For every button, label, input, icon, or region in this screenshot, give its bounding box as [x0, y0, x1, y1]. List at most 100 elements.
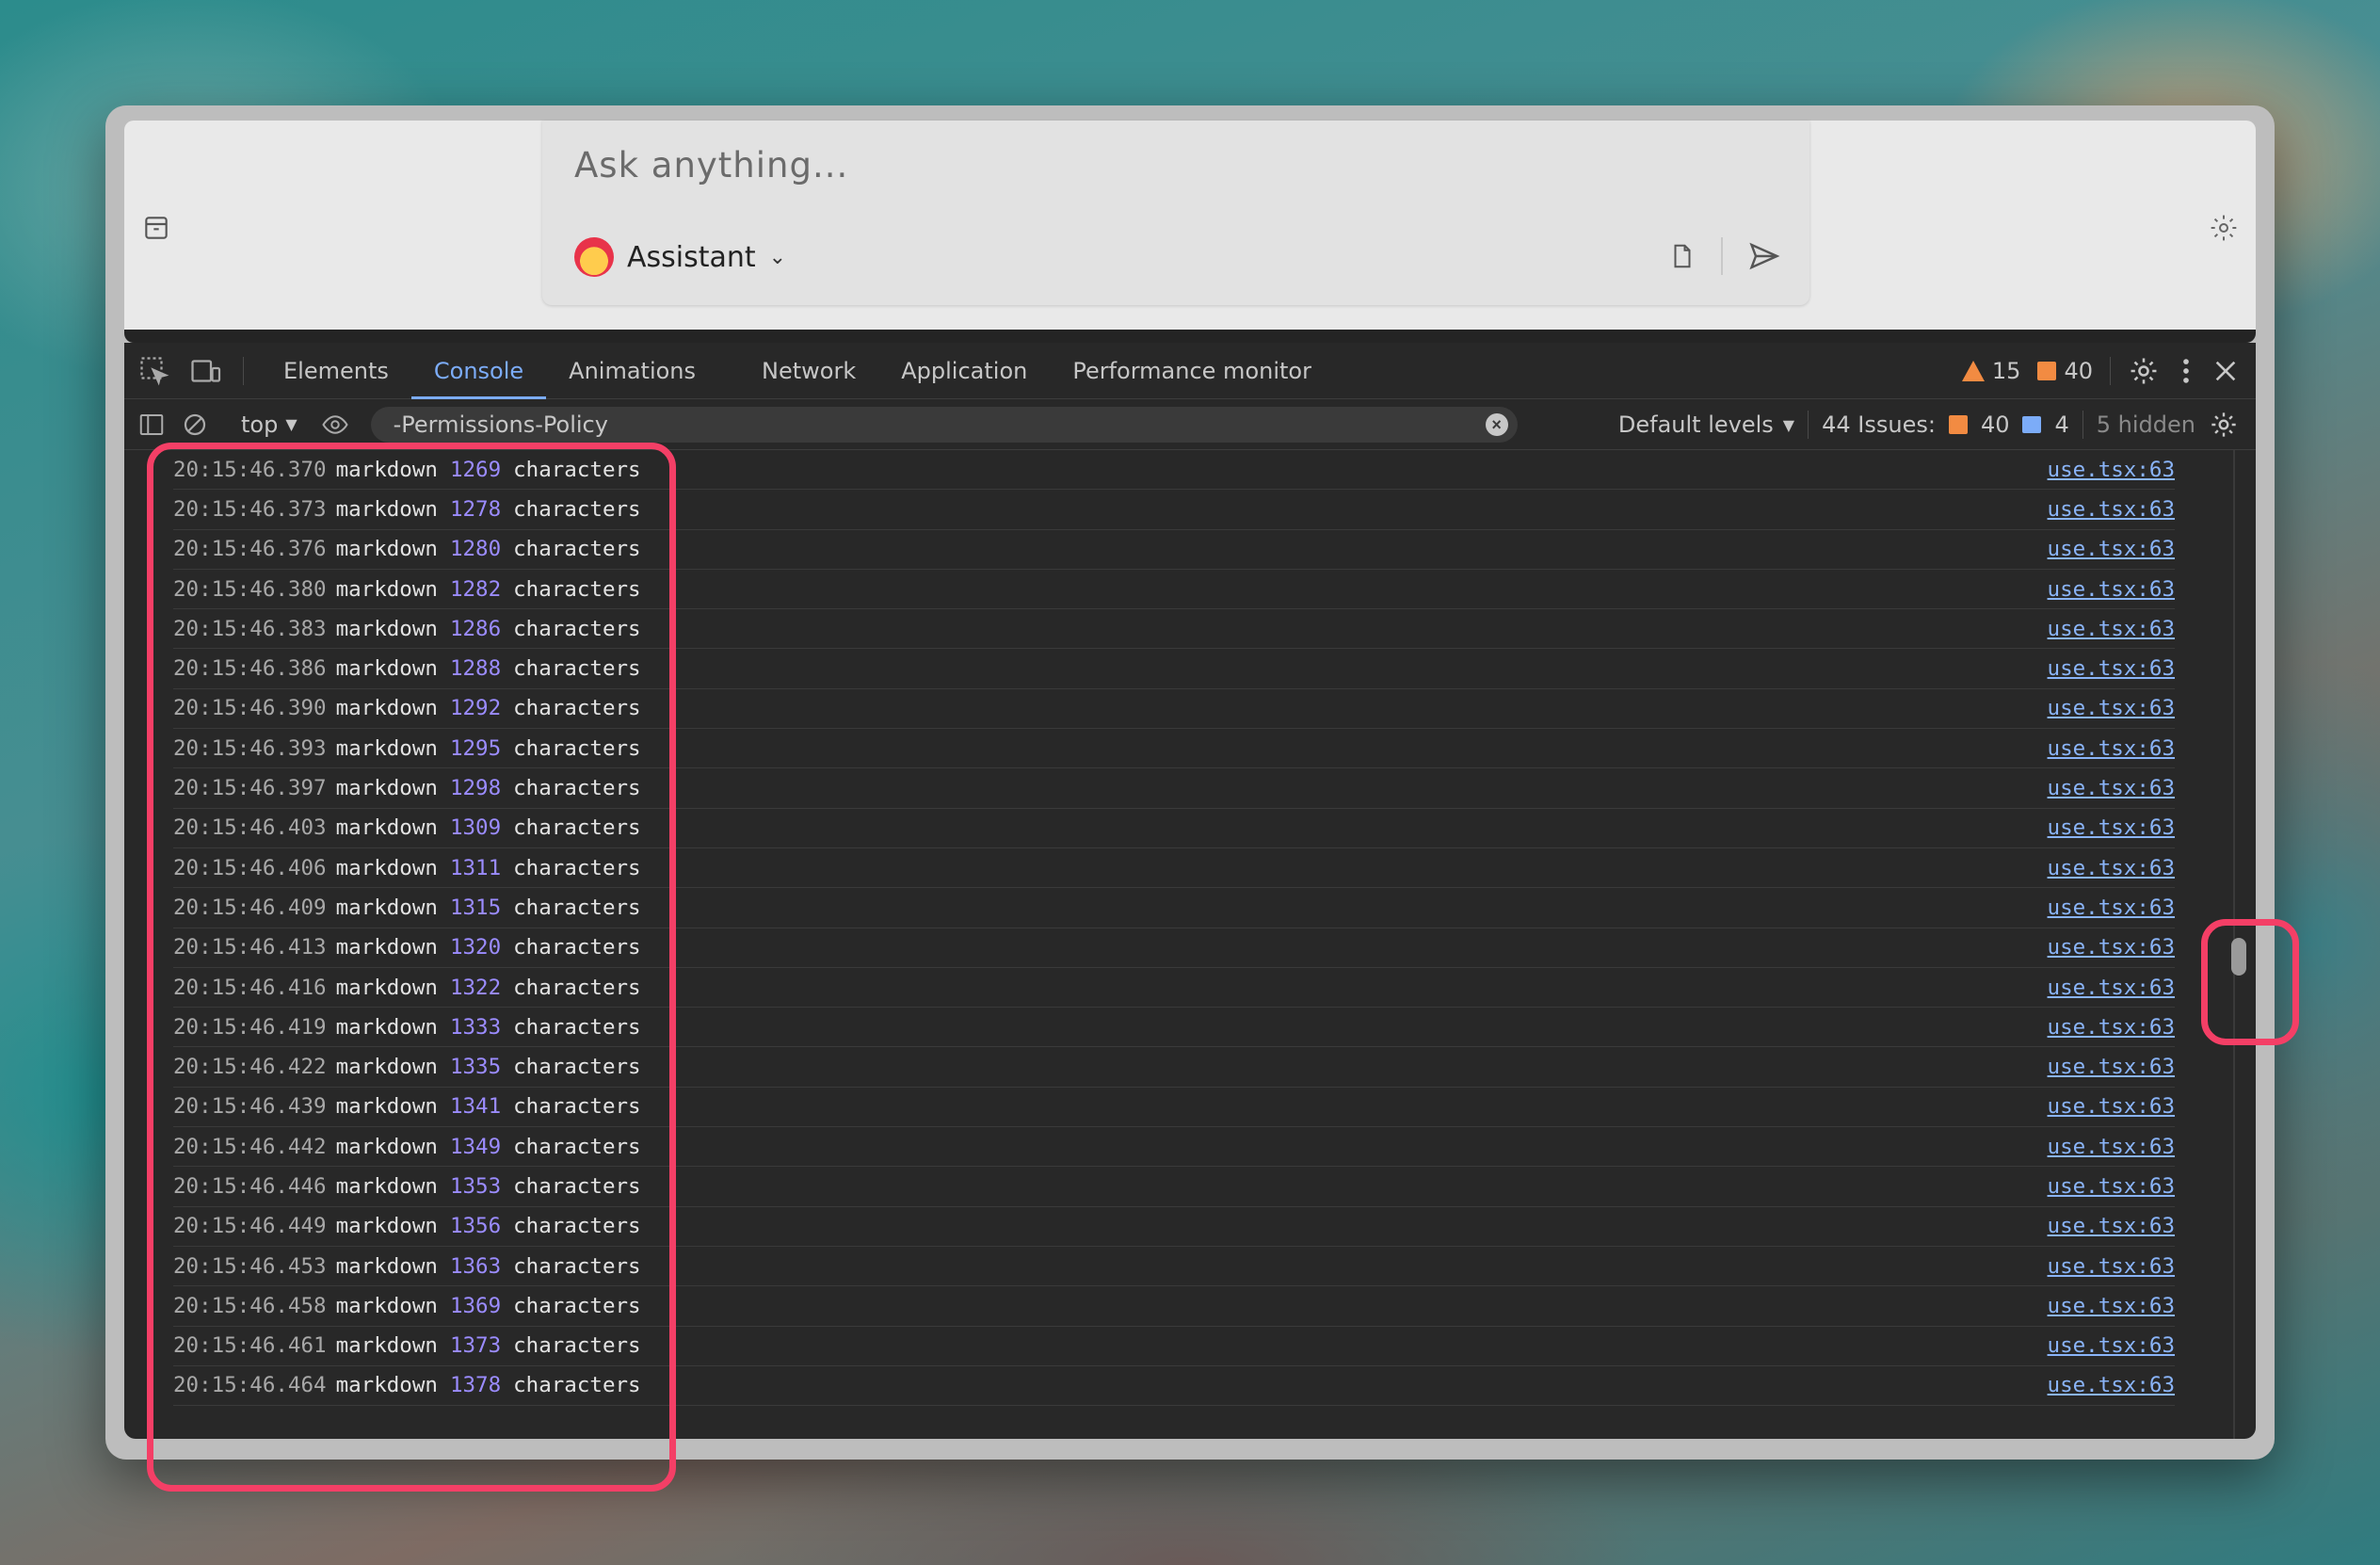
- log-unit: characters: [513, 656, 641, 682]
- log-word: markdown: [335, 457, 438, 482]
- console-row: 20:15:46.386 markdown 1288 characters use.ts…: [173, 649, 2175, 689]
- filter-input[interactable]: -Permissions-Policy ×: [370, 406, 1518, 443]
- tab-application[interactable]: Application: [878, 343, 1050, 399]
- source-link[interactable]: use.tsx:63: [2048, 736, 2175, 761]
- source-link[interactable]: use.tsx:63: [2048, 1373, 2175, 1397]
- source-link[interactable]: use.tsx:63: [2048, 895, 2175, 920]
- source-link[interactable]: use.tsx:63: [2048, 815, 2175, 840]
- console-row: 20:15:46.439 markdown 1341 characters use.ts…: [173, 1088, 2175, 1128]
- log-timestamp: 20:15:46.386: [173, 656, 327, 682]
- log-unit: characters: [513, 496, 641, 522]
- eye-icon[interactable]: [320, 411, 350, 439]
- source-link[interactable]: use.tsx:63: [2048, 1254, 2175, 1279]
- source-link[interactable]: use.tsx:63: [2048, 1055, 2175, 1079]
- issues-label[interactable]: 44 Issues:: [1822, 411, 1936, 438]
- log-timestamp: 20:15:46.422: [173, 1055, 327, 1080]
- source-link[interactable]: use.tsx:63: [2048, 1094, 2175, 1119]
- console-row: 20:15:46.453 markdown 1363 characters use.ts…: [173, 1247, 2175, 1287]
- source-link[interactable]: use.tsx:63: [2048, 1015, 2175, 1040]
- source-link[interactable]: use.tsx:63: [2048, 696, 2175, 720]
- assistant-avatar: [574, 237, 614, 277]
- ask-box[interactable]: Ask anything... Assistant ⌄: [542, 121, 1809, 305]
- console-row: 20:15:46.461 markdown 1373 characters use.ts…: [173, 1327, 2175, 1366]
- log-timestamp: 20:15:46.446: [173, 1173, 327, 1199]
- log-word: markdown: [335, 1293, 438, 1318]
- devtools-panel: Elements Console Animations Network Appl…: [124, 343, 2256, 1439]
- source-link[interactable]: use.tsx:63: [2048, 458, 2175, 482]
- tab-animations[interactable]: Animations: [546, 343, 718, 399]
- console-row: 20:15:46.383 markdown 1286 characters use.ts…: [173, 609, 2175, 650]
- log-word: markdown: [335, 1134, 438, 1159]
- log-unit: characters: [513, 1055, 641, 1080]
- source-link[interactable]: use.tsx:63: [2048, 776, 2175, 800]
- close-icon[interactable]: [2212, 358, 2239, 384]
- source-link[interactable]: use.tsx:63: [2048, 1174, 2175, 1199]
- console-row: 20:15:46.442 markdown 1349 characters use.ts…: [173, 1127, 2175, 1168]
- log-count: 1286: [449, 616, 502, 641]
- clear-console-icon[interactable]: [181, 411, 209, 439]
- log-levels-dropdown[interactable]: Default levels: [1618, 411, 1774, 438]
- source-link[interactable]: use.tsx:63: [2048, 1294, 2175, 1318]
- log-timestamp: 20:15:46.464: [173, 1373, 327, 1398]
- console-filterbar: top ▼ -Permissions-Policy × Default leve…: [124, 399, 2256, 450]
- log-timestamp: 20:15:46.376: [173, 537, 327, 562]
- console-settings-icon[interactable]: [2209, 410, 2239, 440]
- sidebar-toggle-icon[interactable]: [137, 411, 166, 439]
- log-timestamp: 20:15:46.413: [173, 935, 327, 960]
- console-log[interactable]: 20:15:46.370 markdown 1269 characters use.ts…: [124, 450, 2256, 1439]
- log-timestamp: 20:15:46.397: [173, 776, 327, 801]
- tab-console[interactable]: Console: [410, 343, 547, 399]
- source-link[interactable]: use.tsx:63: [2048, 976, 2175, 1000]
- log-count: 1282: [449, 576, 502, 602]
- file-icon[interactable]: [1668, 240, 1697, 272]
- inspect-element-icon[interactable]: [137, 354, 171, 388]
- tab-performance-monitor[interactable]: Performance monitor: [1050, 343, 1334, 399]
- source-link[interactable]: use.tsx:63: [2048, 617, 2175, 641]
- log-count: 1373: [449, 1333, 502, 1359]
- tab-elements[interactable]: Elements: [261, 343, 411, 399]
- log-unit: characters: [513, 537, 641, 562]
- log-count: 1298: [449, 776, 502, 801]
- log-unit: characters: [513, 457, 641, 482]
- app-window: Ask anything... Assistant ⌄ Elements Con…: [105, 105, 2275, 1460]
- source-link[interactable]: use.tsx:63: [2048, 1214, 2175, 1238]
- device-toggle-icon[interactable]: [188, 354, 222, 388]
- source-link[interactable]: use.tsx:63: [2048, 1135, 2175, 1159]
- log-timestamp: 20:15:46.439: [173, 1094, 327, 1120]
- console-row: 20:15:46.380 markdown 1282 characters use.ts…: [173, 570, 2175, 610]
- log-word: markdown: [335, 895, 438, 920]
- tab-network[interactable]: Network: [739, 343, 878, 399]
- log-unit: characters: [513, 815, 641, 841]
- more-options-icon[interactable]: [2177, 355, 2195, 387]
- log-word: markdown: [335, 656, 438, 682]
- errors-badge[interactable]: 40: [2037, 358, 2093, 384]
- source-link[interactable]: use.tsx:63: [2048, 935, 2175, 960]
- log-word: markdown: [335, 576, 438, 602]
- separator: [1808, 411, 1809, 439]
- source-link[interactable]: use.tsx:63: [2048, 497, 2175, 522]
- settings-gear-icon[interactable]: [2128, 355, 2160, 387]
- log-unit: characters: [513, 1173, 641, 1199]
- source-link[interactable]: use.tsx:63: [2048, 537, 2175, 561]
- context-selector[interactable]: top: [241, 411, 278, 438]
- ask-input[interactable]: Ask anything...: [574, 145, 848, 186]
- warnings-badge[interactable]: 15: [1961, 358, 2020, 384]
- log-word: markdown: [335, 1214, 438, 1239]
- log-count: 1295: [449, 735, 502, 761]
- source-link[interactable]: use.tsx:63: [2048, 577, 2175, 602]
- log-word: markdown: [335, 616, 438, 641]
- source-link[interactable]: use.tsx:63: [2048, 1333, 2175, 1358]
- log-unit: characters: [513, 1214, 641, 1239]
- log-timestamp: 20:15:46.458: [173, 1293, 327, 1318]
- source-link[interactable]: use.tsx:63: [2048, 856, 2175, 880]
- log-count: 1322: [449, 975, 502, 1000]
- assistant-selector[interactable]: Assistant ⌄: [574, 237, 786, 277]
- source-link[interactable]: use.tsx:63: [2048, 656, 2175, 681]
- gear-icon[interactable]: [2209, 213, 2239, 243]
- archive-icon[interactable]: [141, 213, 171, 243]
- clear-filter-icon[interactable]: ×: [1485, 412, 1508, 436]
- scrollbar-thumb[interactable]: [2231, 938, 2246, 976]
- log-count: 1269: [449, 457, 502, 482]
- log-unit: characters: [513, 616, 641, 641]
- send-icon[interactable]: [1747, 239, 1781, 273]
